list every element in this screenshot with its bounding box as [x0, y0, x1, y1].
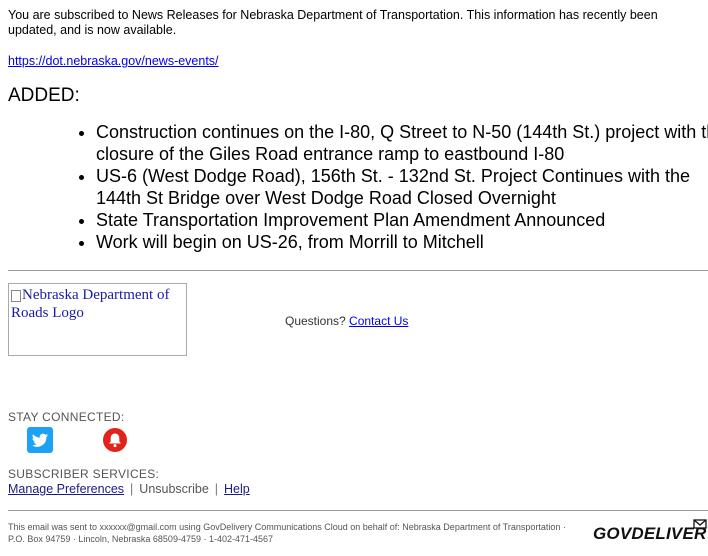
link-separator: | — [214, 482, 219, 496]
govdelivery-logo-text: GOVDELIVERY — [593, 524, 708, 543]
questions-line: Questions? Contact Us — [285, 314, 408, 328]
subscriber-services-label: SUBSCRIBER SERVICES: — [8, 467, 160, 481]
news-events-link[interactable]: https://dot.nebraska.gov/news-events/ — [8, 54, 219, 68]
govdelivery-logo[interactable]: GOVDELIVERY — [593, 519, 708, 544]
divider — [8, 270, 708, 271]
list-item: US-6 (West Dodge Road), 156th St. - 132n… — [96, 165, 708, 209]
list-item: Work will begin on US-26, from Morrill t… — [96, 231, 708, 253]
added-heading: ADDED: — [8, 85, 80, 106]
list-item: State Transportation Improvement Plan Am… — [96, 209, 708, 231]
footer-divider — [8, 510, 708, 511]
envelope-icon — [693, 519, 707, 529]
stay-connected-label: STAY CONNECTED: — [8, 410, 125, 424]
link-separator: | — [130, 482, 134, 496]
govdelivery-bell-icon[interactable] — [102, 427, 128, 453]
help-link[interactable]: Help — [224, 482, 250, 496]
list-item: Construction continues on the I-80, Q St… — [96, 121, 708, 165]
questions-label: Questions? — [285, 314, 346, 328]
news-list: Construction continues on the I-80, Q St… — [56, 121, 708, 253]
broken-image-icon — [11, 289, 21, 302]
contact-us-link[interactable]: Contact Us — [349, 314, 408, 328]
ndot-logo-image[interactable]: Nebraska Department of Roads Logo — [8, 283, 187, 356]
twitter-icon[interactable] — [27, 427, 53, 453]
subscriber-links: Manage Preferences | Unsubscribe | Help — [8, 482, 250, 496]
footer-text: This email was sent to xxxxxx@gmail.com … — [8, 522, 566, 544]
manage-preferences-link[interactable]: Manage Preferences — [8, 482, 124, 496]
intro-text: You are subscribed to News Releases for … — [8, 8, 658, 37]
logo-alt-text: Nebraska Department of Roads Logo — [11, 287, 170, 321]
unsubscribe-link[interactable]: Unsubscribe — [139, 482, 208, 496]
